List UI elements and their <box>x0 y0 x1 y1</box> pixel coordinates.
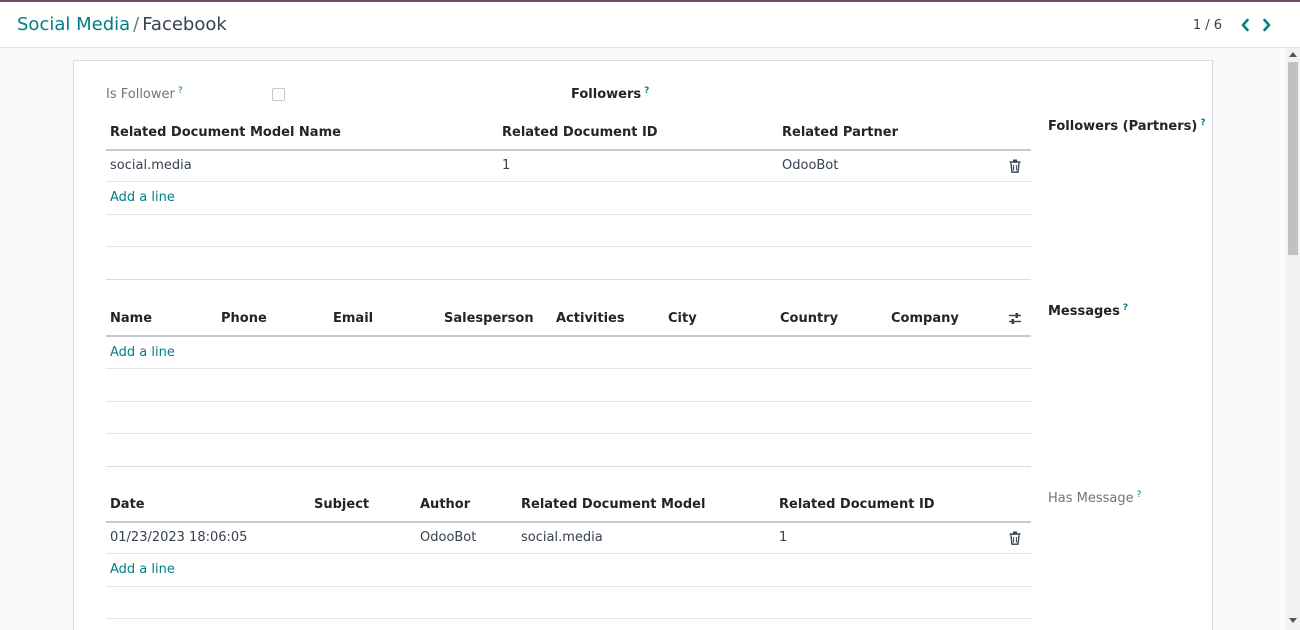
cell-date: 01/23/2023 18:06:05 <box>110 530 248 545</box>
add-line-link[interactable]: Add a line <box>110 345 175 360</box>
row-divider <box>106 246 1031 247</box>
cell-doc-id: 1 <box>502 158 511 173</box>
page-scrollbar[interactable] <box>1286 48 1300 630</box>
scroll-down-arrow-icon[interactable] <box>1289 618 1297 623</box>
cell-model: social.media <box>110 158 192 173</box>
row-divider <box>106 433 1031 434</box>
chevron-left-icon <box>1241 18 1249 32</box>
sliders-icon[interactable] <box>1008 312 1022 325</box>
partners-table: Name Phone Email Salesperson Activities … <box>106 300 1031 465</box>
pager-previous-button[interactable] <box>1234 16 1256 34</box>
column-header[interactable]: Subject <box>314 497 369 512</box>
section-divider <box>106 279 1031 280</box>
followers-partners-label-text: Followers (Partners) <box>1048 119 1198 134</box>
trash-icon[interactable] <box>1009 159 1021 173</box>
add-line-link[interactable]: Add a line <box>110 190 175 205</box>
column-header[interactable]: Related Document Model Name <box>110 125 341 140</box>
messages-label: Messages? <box>1048 303 1128 319</box>
followers-partners-label: Followers (Partners)? <box>1048 118 1206 134</box>
header-divider <box>106 335 1031 337</box>
row-divider <box>106 618 1031 619</box>
row-divider <box>106 401 1031 402</box>
pager: 1 / 6 <box>1193 16 1278 34</box>
followers-label: Followers? <box>571 86 649 102</box>
column-header[interactable]: Phone <box>221 311 267 326</box>
cell-partner: OdooBot <box>782 158 839 173</box>
pager-value[interactable]: 1 / 6 <box>1193 18 1222 33</box>
column-header[interactable]: Name <box>110 311 152 326</box>
followers-label-text: Followers <box>571 87 642 102</box>
has-message-label-text: Has Message <box>1048 491 1134 506</box>
row-divider <box>106 181 1031 182</box>
messages-label-text: Messages <box>1048 304 1120 319</box>
messages-table: Date Subject Author Related Document Mod… <box>106 487 1031 630</box>
cell-model: social.media <box>521 530 603 545</box>
column-header[interactable]: City <box>668 311 697 326</box>
messages-help[interactable]: ? <box>1123 303 1128 313</box>
column-header[interactable]: Related Document Model <box>521 497 705 512</box>
column-header[interactable]: Related Partner <box>782 125 898 140</box>
cell-doc-id: 1 <box>779 530 788 545</box>
followers-table: Related Document Model Name Related Docu… <box>106 115 1031 280</box>
column-header[interactable]: Country <box>780 311 838 326</box>
row-divider <box>106 553 1031 554</box>
trash-icon[interactable] <box>1009 531 1021 545</box>
breadcrumb-current: Facebook <box>142 14 227 35</box>
row-divider <box>106 586 1031 587</box>
column-header[interactable]: Salesperson <box>444 311 534 326</box>
add-line-link[interactable]: Add a line <box>110 562 175 577</box>
chevron-right-icon <box>1263 18 1271 32</box>
is-follower-label: Is Follower? <box>106 86 183 102</box>
is-follower-label-text: Is Follower <box>106 87 175 102</box>
column-header[interactable]: Email <box>333 311 373 326</box>
row-divider <box>106 214 1031 215</box>
followers-partners-help[interactable]: ? <box>1200 118 1205 128</box>
row-divider <box>106 368 1031 369</box>
pager-next-button[interactable] <box>1256 16 1278 34</box>
column-header[interactable]: Related Document ID <box>502 125 658 140</box>
cell-author: OdooBot <box>420 530 477 545</box>
followers-help[interactable]: ? <box>644 86 649 96</box>
breadcrumb-separator: / <box>133 14 140 35</box>
column-header[interactable]: Company <box>891 311 959 326</box>
is-follower-checkbox[interactable] <box>272 88 285 101</box>
column-header[interactable]: Author <box>420 497 470 512</box>
breadcrumb: Social Media / Facebook <box>17 14 227 35</box>
column-header[interactable]: Activities <box>556 311 625 326</box>
has-message-label: Has Message? <box>1048 490 1142 506</box>
scrollbar-thumb[interactable] <box>1288 62 1298 255</box>
header-divider <box>106 149 1031 151</box>
section-divider <box>106 466 1031 467</box>
column-header[interactable]: Date <box>110 497 145 512</box>
column-header[interactable]: Related Document ID <box>779 497 935 512</box>
is-follower-help[interactable]: ? <box>178 86 183 96</box>
control-panel: Social Media / Facebook 1 / 6 <box>0 2 1300 48</box>
header-divider <box>106 521 1031 523</box>
breadcrumb-social-media[interactable]: Social Media <box>17 14 130 35</box>
scroll-up-arrow-icon[interactable] <box>1289 52 1297 57</box>
has-message-help[interactable]: ? <box>1137 490 1142 500</box>
